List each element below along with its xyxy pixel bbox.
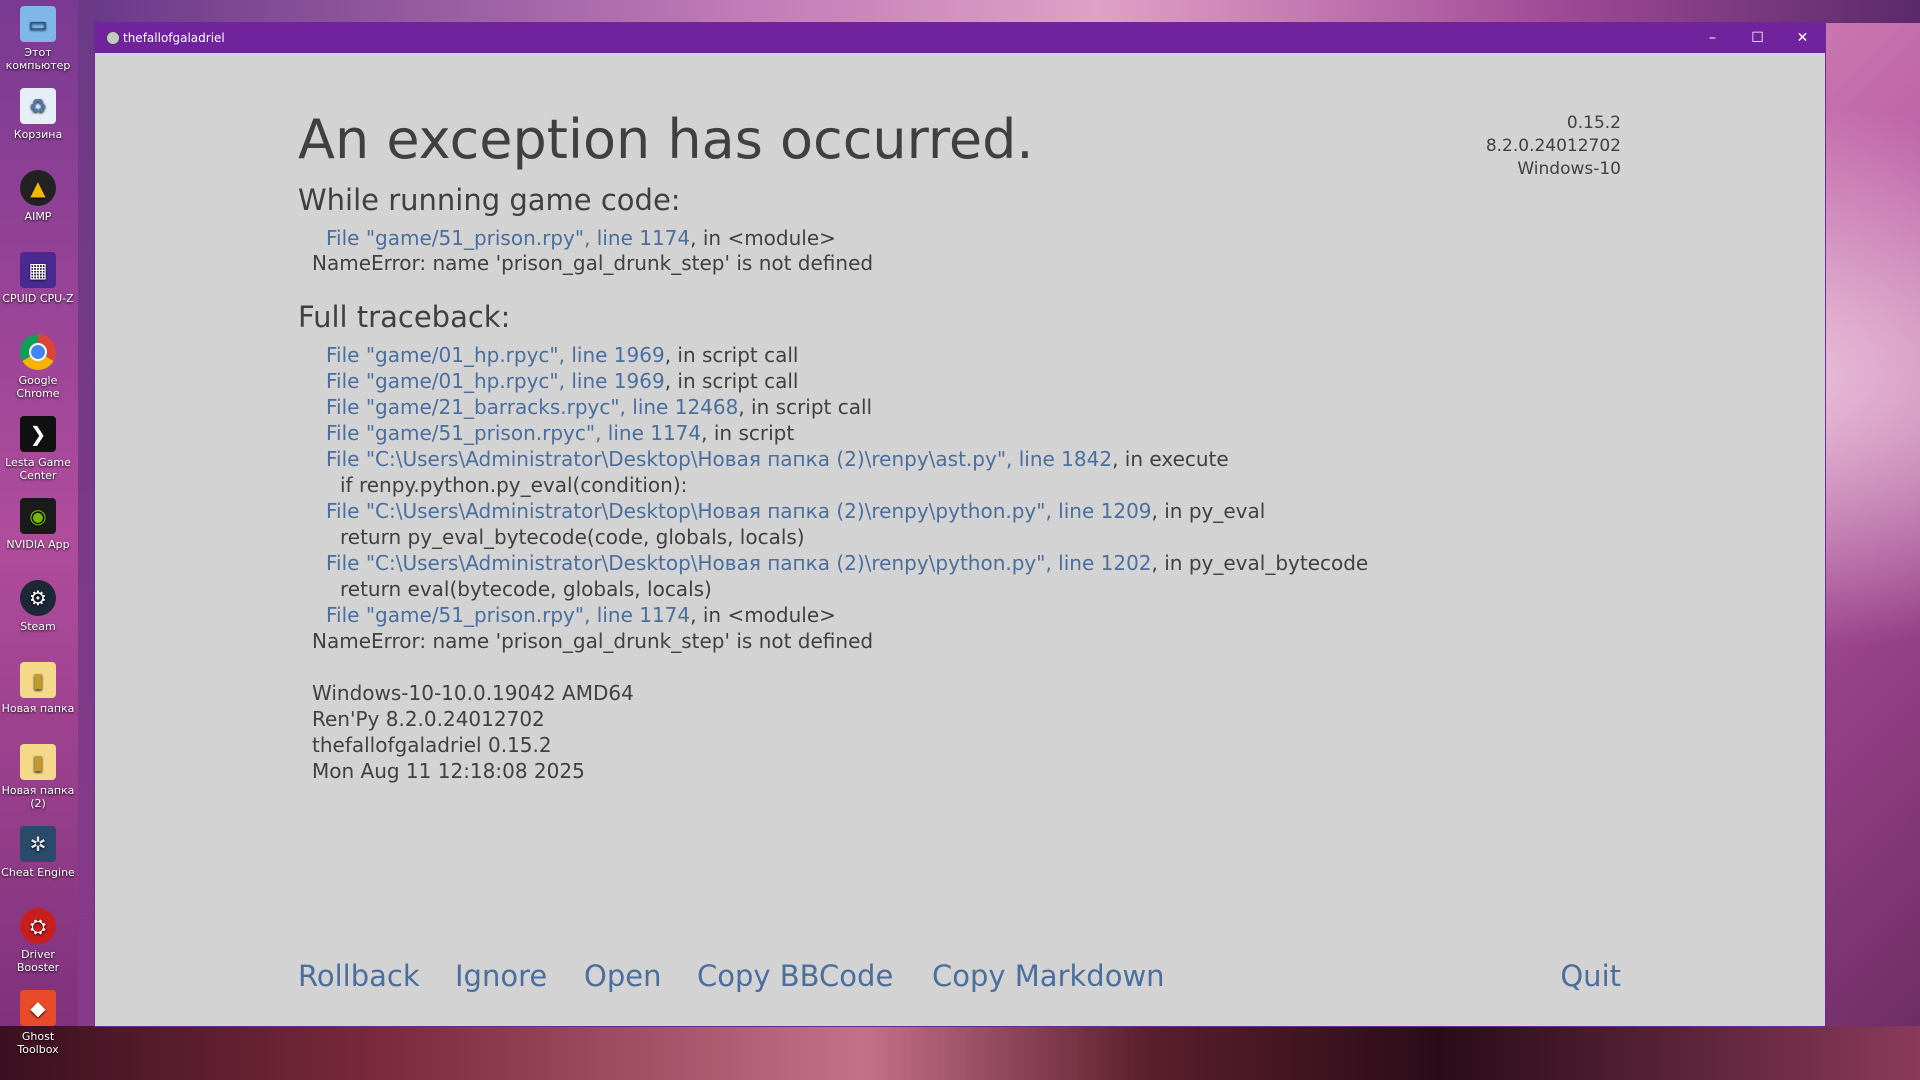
trace-code-line: return eval(bytecode, globals, locals) <box>340 577 712 601</box>
window-titlebar[interactable]: thefallofgaladriel – ☐ ✕ <box>95 23 1825 53</box>
recycle-bin-icon: ♻ <box>20 88 56 124</box>
folder-icon: ▮ <box>20 744 56 780</box>
app-icon <box>106 31 120 45</box>
desktop-icon-aimp[interactable]: ▲ AIMP <box>0 170 76 223</box>
desktop-wallpaper-strip <box>78 0 96 1080</box>
desktop-icon-nvidia[interactable]: ◉ NVIDIA App <box>0 498 76 551</box>
desktop-wallpaper-top <box>96 0 1920 23</box>
trace-line: File "game/51_prison.rpy", line 1174, in… <box>326 602 836 628</box>
trace-file-link[interactable]: File "C:\Users\Administrator\Desktop\Нов… <box>326 551 1152 575</box>
version-info: 0.15.2 8.2.0.24012702 Windows-10 <box>1486 112 1621 181</box>
desktop-icon-lesta[interactable]: ❯ Lesta Game Center <box>0 416 76 482</box>
trace-context: , in execute <box>1112 447 1229 471</box>
full-traceback-title: Full traceback: <box>298 300 511 334</box>
cheat-engine-icon: ✲ <box>20 826 56 862</box>
version-line: 0.15.2 <box>1566 113 1621 133</box>
trace-line: File "game/51_prison.rpy", line 1174, in… <box>326 225 836 251</box>
open-button[interactable]: Open <box>584 959 661 993</box>
trace-line: File "game/01_hp.rpyc", line 1969, in sc… <box>326 368 798 394</box>
trace-context: , in script <box>701 421 795 445</box>
system-info-line: thefallofgaladriel 0.15.2 <box>312 733 552 757</box>
trace-context: , in py_eval <box>1151 499 1266 523</box>
ghost-toolbox-icon: ◆ <box>20 990 56 1026</box>
trace-line: File "game/21_barracks.rpyc", line 12468… <box>326 394 872 420</box>
quit-button[interactable]: Quit <box>1560 959 1621 993</box>
trace-file-link[interactable]: File "game/51_prison.rpy", line 1174 <box>326 603 690 627</box>
trace-line: File "C:\Users\Administrator\Desktop\Нов… <box>326 550 1368 576</box>
copy-markdown-button[interactable]: Copy Markdown <box>932 959 1165 993</box>
copy-bbcode-button[interactable]: Copy BBCode <box>697 959 893 993</box>
trace-file-link[interactable]: File "game/01_hp.rpyc", line 1969 <box>326 343 665 367</box>
desktop-icon-chrome[interactable]: Google Chrome <box>0 334 76 400</box>
ignore-button[interactable]: Ignore <box>455 959 547 993</box>
trace-code-line: return py_eval_bytecode(code, globals, l… <box>340 525 805 549</box>
aimp-icon: ▲ <box>20 170 56 206</box>
steam-icon: ⚙ <box>20 580 56 616</box>
error-message: NameError: name 'prison_gal_drunk_step' … <box>312 251 874 275</box>
exception-heading: An exception has occurred. <box>298 108 1034 171</box>
version-line: 8.2.0.24012702 <box>1485 136 1621 156</box>
desktop-icon-this-pc[interactable]: ▭ Этот компьютер <box>0 6 76 72</box>
desktop-wallpaper-bottom <box>0 1026 1920 1080</box>
trace-line: File "game/51_prison.rpyc", line 1174, i… <box>326 420 794 446</box>
trace-context: , in script call <box>664 369 799 393</box>
desktop-icon-steam[interactable]: ⚙ Steam <box>0 580 76 633</box>
trace-file-link[interactable]: File "game/21_barracks.rpyc", line 12468 <box>326 395 738 419</box>
desktop-icon-folder[interactable]: ▮ Новая папка <box>0 662 76 715</box>
trace-file-link[interactable]: File "game/01_hp.rpyc", line 1969 <box>326 369 665 393</box>
trace-file-link[interactable]: File "game/51_prison.rpy", line 1174 <box>326 226 690 250</box>
trace-file-link[interactable]: File "C:\Users\Administrator\Desktop\Нов… <box>326 447 1112 471</box>
desktop-icon-cheat-engine[interactable]: ✲ Cheat Engine <box>0 826 76 879</box>
version-line: Windows-10 <box>1517 159 1621 179</box>
rollback-button[interactable]: Rollback <box>298 959 420 993</box>
error-message: NameError: name 'prison_gal_drunk_step' … <box>312 629 874 653</box>
system-info-line: Ren'Py 8.2.0.24012702 <box>312 707 545 731</box>
maximize-button[interactable]: ☐ <box>1735 23 1780 53</box>
while-running-title: While running game code: <box>298 183 681 217</box>
desktop-icon-cpuz[interactable]: ▦ CPUID CPU-Z <box>0 252 76 305</box>
cpuz-icon: ▦ <box>20 252 56 288</box>
lesta-icon: ❯ <box>20 416 56 452</box>
desktop-icon-folder-2[interactable]: ▮ Новая папка (2) <box>0 744 76 810</box>
trace-context: , in script call <box>664 343 799 367</box>
window-title: thefallofgaladriel <box>123 31 225 45</box>
chrome-icon <box>20 334 56 370</box>
maximize-icon: ☐ <box>1751 30 1764 46</box>
trace-file-link[interactable]: File "C:\Users\Administrator\Desktop\Нов… <box>326 499 1152 523</box>
desktop-icon-recycle-bin[interactable]: ♻ Корзина <box>0 88 76 141</box>
computer-icon: ▭ <box>20 6 56 42</box>
system-info-line: Windows-10-10.0.19042 AMD64 <box>312 681 634 705</box>
trace-line: File "C:\Users\Administrator\Desktop\Нов… <box>326 498 1265 524</box>
system-info-line: Mon Aug 11 12:18:08 2025 <box>312 759 585 783</box>
trace-context: , in script call <box>738 395 873 419</box>
renpy-exception-window: thefallofgaladriel – ☐ ✕ An exception ha… <box>95 23 1825 1026</box>
close-icon: ✕ <box>1796 30 1809 46</box>
trace-context: , in py_eval_bytecode <box>1151 551 1369 575</box>
trace-code-line: if renpy.python.py_eval(condition): <box>340 473 688 497</box>
trace-line: File "C:\Users\Administrator\Desktop\Нов… <box>326 446 1229 472</box>
minimize-button[interactable]: – <box>1690 23 1735 53</box>
nvidia-icon: ◉ <box>20 498 56 534</box>
trace-file-link[interactable]: File "game/51_prison.rpyc", line 1174 <box>326 421 701 445</box>
close-button[interactable]: ✕ <box>1780 23 1825 53</box>
folder-icon: ▮ <box>20 662 56 698</box>
trace-context: , in <module> <box>690 603 836 627</box>
exception-content: An exception has occurred. 0.15.2 8.2.0.… <box>95 53 1825 1026</box>
minimize-icon: – <box>1709 30 1716 46</box>
desktop-icon-ghost-toolbox[interactable]: ◆ Ghost Toolbox <box>0 990 76 1056</box>
driver-booster-icon: ⛭ <box>20 908 56 944</box>
trace-context: , in <module> <box>690 226 836 250</box>
trace-line: File "game/01_hp.rpyc", line 1969, in sc… <box>326 342 798 368</box>
desktop-icon-driver-booster[interactable]: ⛭ Driver Booster <box>0 908 76 974</box>
